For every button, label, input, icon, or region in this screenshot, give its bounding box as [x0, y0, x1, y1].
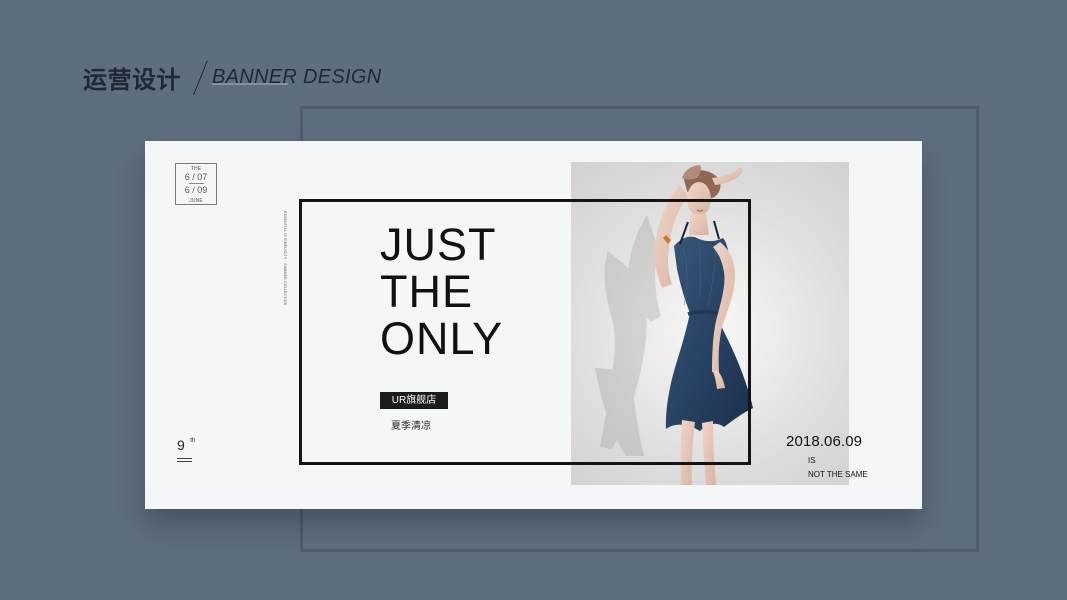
- date-range-badge: THE 6 / 07 6 / 09 JUNE: [175, 163, 217, 205]
- vertical-microtext-content: ESSENTIAL IS SIMPLICITY · SUMMER COLLECT…: [283, 211, 287, 306]
- ninth-suffix: th: [190, 438, 196, 444]
- title-divider: [193, 61, 208, 95]
- headline-text: JUST THE ONLY: [380, 221, 503, 362]
- date-badge-start: 6 / 07: [184, 172, 208, 182]
- ninth-line-2: [177, 461, 192, 462]
- date-badge-bottom-label: JUNE: [189, 197, 203, 204]
- headline-line-1: JUST: [380, 219, 497, 270]
- title-accent-underline: [212, 83, 288, 85]
- date-badge-separator: [188, 183, 204, 185]
- page-title-chinese: 运营设计: [83, 66, 181, 94]
- headline-line-2: THE: [380, 266, 473, 317]
- headline-frame: [299, 199, 751, 465]
- ninth-line-1: [177, 458, 192, 459]
- season-text: 夏季清凉: [391, 421, 431, 432]
- date-badge-end: 6 / 09: [184, 185, 208, 196]
- event-date: 2018.06.09: [786, 433, 863, 450]
- is-text: IS: [808, 456, 816, 465]
- page-title-english: BANNER DESIGN: [212, 66, 382, 88]
- banner-card: THE 6 / 07 6 / 09 JUNE ESSENTIAL IS SIMP…: [145, 141, 922, 509]
- headline-line-3: ONLY: [380, 313, 504, 364]
- store-label: UR旗舰店: [380, 392, 448, 409]
- ninth-number: 9: [177, 437, 185, 453]
- not-the-same-text: NOT THE SAME: [808, 470, 868, 479]
- ninth-mark: 9 th: [177, 437, 196, 462]
